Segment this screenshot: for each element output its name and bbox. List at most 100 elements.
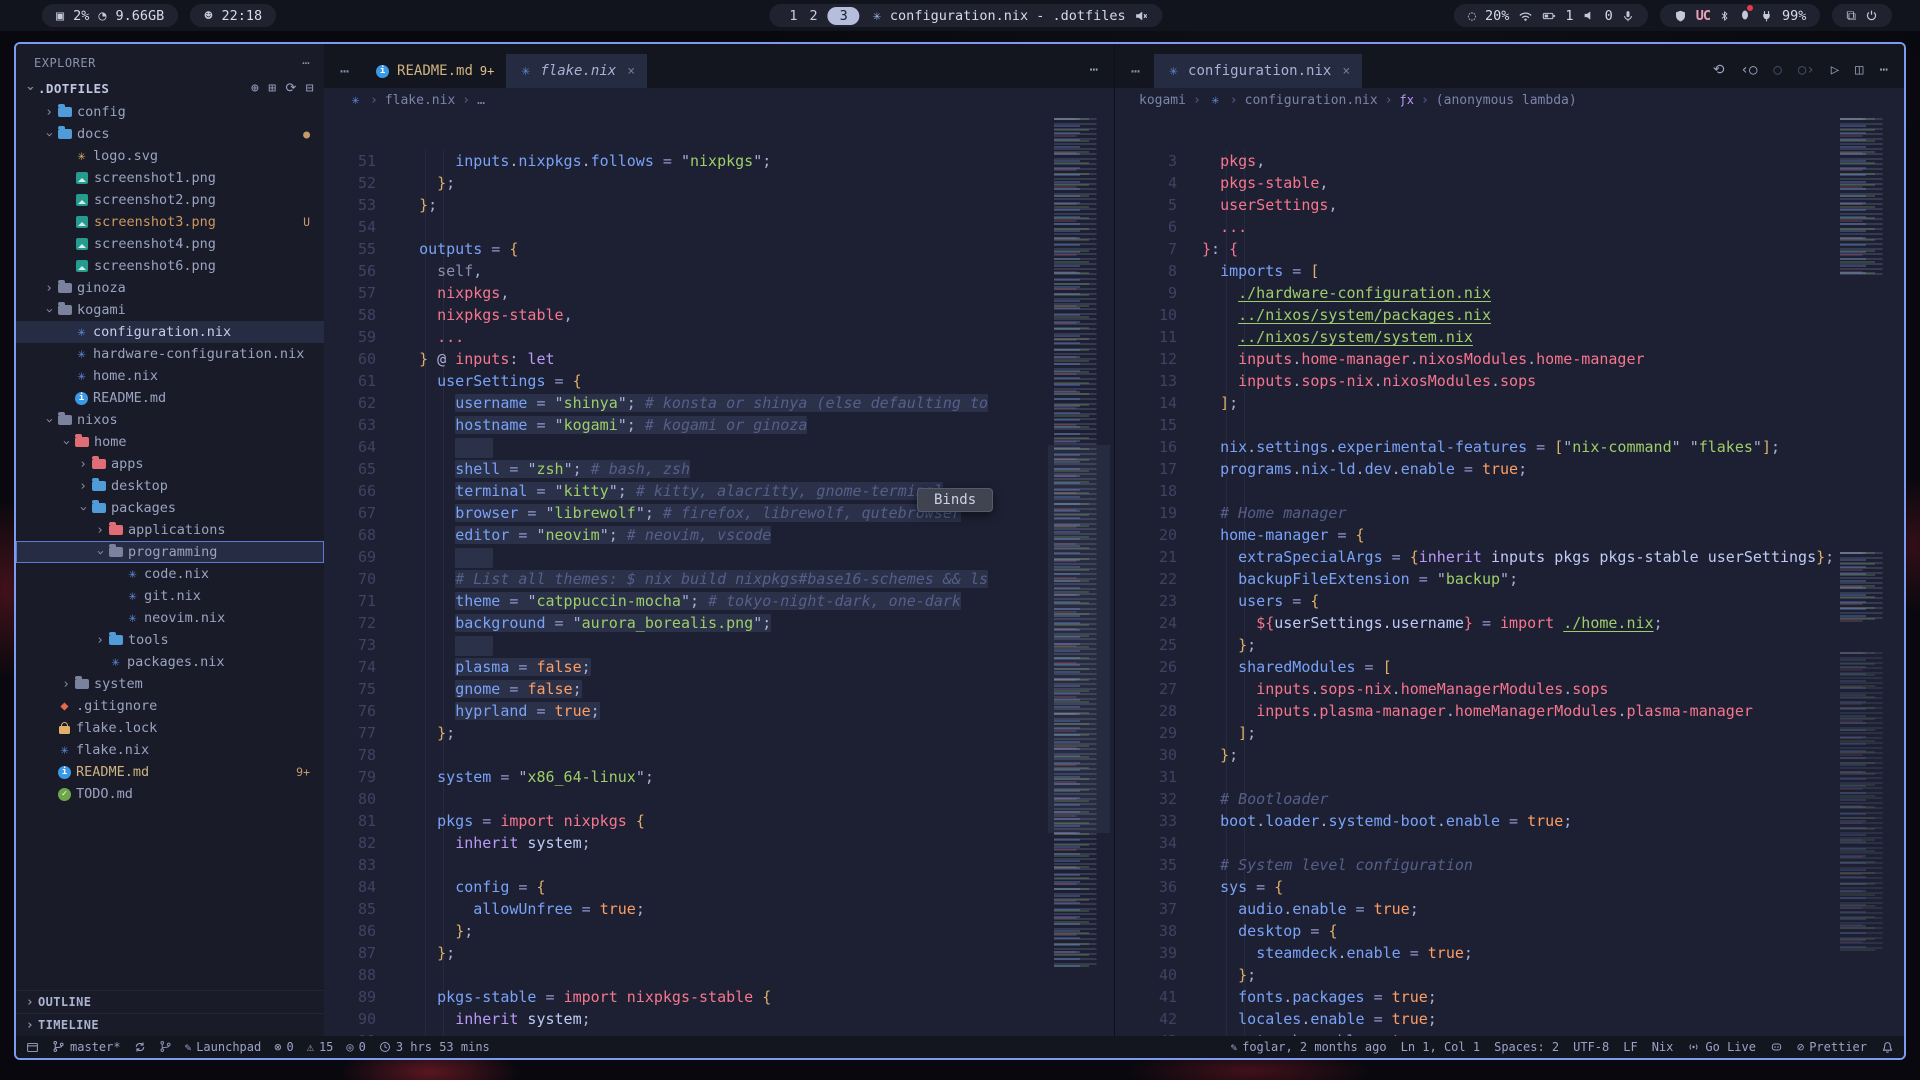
statusbar-item-utf-8[interactable]: UTF-8 [1573, 1040, 1609, 1054]
code-line-61[interactable]: 61 userSettings = { [324, 370, 1114, 392]
tray-pill[interactable]: UC 99% [1660, 4, 1821, 27]
nav-forward-icon[interactable]: ○› [1798, 62, 1815, 78]
code-line-90[interactable]: 90 inherit system; [324, 1008, 1114, 1030]
more-actions-icon[interactable]: ⋯ [1090, 62, 1098, 78]
tab-overflow-icon[interactable]: ⋯ [324, 62, 363, 88]
code-line-84[interactable]: 84 config = { [324, 876, 1114, 898]
code-line-26[interactable]: 26 sharedModules = [ [1115, 656, 1904, 678]
statusbar-item-spaces-2[interactable]: Spaces: 2 [1494, 1040, 1559, 1054]
code-line-20[interactable]: 20 home-manager = { [1115, 524, 1904, 546]
tree-item-screenshot6.png[interactable]: screenshot6.png [16, 255, 324, 277]
close-icon[interactable]: × [627, 64, 635, 79]
tree-item-nixos[interactable]: ›nixos [16, 409, 324, 431]
tree-item-flake.lock[interactable]: flake.lock [16, 717, 324, 739]
breadcrumb-item[interactable]: … [477, 93, 485, 108]
code-line-65[interactable]: 65 shell = "zsh"; # bash, zsh [324, 458, 1114, 480]
code-editor[interactable]: 51 inputs.nixpkgs.follows = "nixpkgs";52… [324, 112, 1114, 1036]
code-line-7[interactable]: 7}: { [1115, 238, 1904, 260]
code-line-80[interactable]: 80 [324, 788, 1114, 810]
code-line-72[interactable]: 72 background = "aurora_borealis.png"; [324, 612, 1114, 634]
code-line-68[interactable]: 68 editor = "neovim"; # neovim, vscode [324, 524, 1114, 546]
code-line-51[interactable]: 51 inputs.nixpkgs.follows = "nixpkgs"; [324, 150, 1114, 172]
tree-item-screenshot1.png[interactable]: screenshot1.png [16, 167, 324, 189]
code-line-38[interactable]: 38 desktop = { [1115, 920, 1904, 942]
workspace-2[interactable]: 2 [804, 8, 824, 24]
code-line-83[interactable]: 83 [324, 854, 1114, 876]
code-line-5[interactable]: 5 userSettings, [1115, 194, 1904, 216]
tree-item-.gitignore[interactable]: ◆.gitignore [16, 695, 324, 717]
code-line-10[interactable]: 10 ../nixos/system/packages.nix [1115, 304, 1904, 326]
code-line-12[interactable]: 12 inputs.home-manager.nixosModules.home… [1115, 348, 1904, 370]
tab-flake.nix[interactable]: ✳flake.nix× [506, 54, 647, 88]
workspace-1[interactable]: 1 [783, 8, 803, 24]
tree-item-git.nix[interactable]: ✳git.nix [16, 585, 324, 607]
workspace-section-header[interactable]: › .DOTFILES ⊕⊞⟳⊟ [16, 76, 324, 101]
code-line-24[interactable]: 24 ${userSettings.username} = import ./h… [1115, 612, 1904, 634]
code-line-33[interactable]: 33 boot.loader.systemd-boot.enable = tru… [1115, 810, 1904, 832]
code-line-31[interactable]: 31 [1115, 766, 1904, 788]
code-line-79[interactable]: 79 system = "x86_64-linux"; [324, 766, 1114, 788]
code-line-35[interactable]: 35 # System level configuration [1115, 854, 1904, 876]
code-line-67[interactable]: 67 browser = "librewolf"; # firefox, lib… [324, 502, 1114, 524]
code-line-86[interactable]: 86 }; [324, 920, 1114, 942]
code-line-9[interactable]: 9 ./hardware-configuration.nix [1115, 282, 1904, 304]
code-line-16[interactable]: 16 nix.settings.experimental-features = … [1115, 436, 1904, 458]
code-line-27[interactable]: 27 inputs.sops-nix.homeManagerModules.so… [1115, 678, 1904, 700]
code-line-8[interactable]: 8 imports = [ [1115, 260, 1904, 282]
tree-item-home.nix[interactable]: ✳home.nix [16, 365, 324, 387]
code-line-21[interactable]: 21 extraSpecialArgs = {inherit inputs pk… [1115, 546, 1904, 568]
code-editor[interactable]: 3 pkgs,4 pkgs-stable,5 userSettings,6 ..… [1115, 112, 1904, 1036]
code-line-81[interactable]: 81 pkgs = import nixpkgs { [324, 810, 1114, 832]
new-folder-icon[interactable]: ⊞ [268, 81, 276, 96]
statusbar-item-copilot-icon[interactable] [1770, 1041, 1783, 1053]
tree-item-screenshot3.png[interactable]: screenshot3.pngU [16, 211, 324, 233]
tree-item-system[interactable]: ›system [16, 673, 324, 695]
code-line-70[interactable]: 70 # List all themes: $ nix build nixpkg… [324, 568, 1114, 590]
tree-item-tools[interactable]: ›tools [16, 629, 324, 651]
statusbar-item-0[interactable]: ◎0 [346, 1040, 365, 1054]
code-line-53[interactable]: 53 }; [324, 194, 1114, 216]
code-line-52[interactable]: 52 }; [324, 172, 1114, 194]
tree-item-packages[interactable]: ›packages [16, 497, 324, 519]
tree-item-configuration.nix[interactable]: ✳configuration.nix [16, 321, 324, 343]
code-line-13[interactable]: 13 inputs.sops-nix.nixosModules.sops [1115, 370, 1904, 392]
statusbar-item-15[interactable]: ⚠15 [307, 1040, 334, 1054]
code-line-69[interactable]: 69 [324, 546, 1114, 568]
code-line-17[interactable]: 17 programs.nix-ld.dev.enable = true; [1115, 458, 1904, 480]
tree-item-packages.nix[interactable]: ✳packages.nix [16, 651, 324, 673]
tree-item-flake.nix[interactable]: ✳flake.nix [16, 739, 324, 761]
code-line-23[interactable]: 23 users = { [1115, 590, 1904, 612]
code-line-88[interactable]: 88 [324, 964, 1114, 986]
tree-item-apps[interactable]: ›apps [16, 453, 324, 475]
nav-back-icon[interactable]: ‹○ [1741, 62, 1758, 78]
code-line-77[interactable]: 77 }; [324, 722, 1114, 744]
tree-item-screenshot4.png[interactable]: screenshot4.png [16, 233, 324, 255]
code-line-19[interactable]: 19 # Home manager [1115, 502, 1904, 524]
explorer-more-icon[interactable]: ⋯ [302, 56, 310, 70]
statusbar-item-0[interactable]: ⊗0 [274, 1040, 293, 1054]
statusbar-item-nix[interactable]: Nix [1652, 1040, 1674, 1054]
code-line-36[interactable]: 36 sys = { [1115, 876, 1904, 898]
code-line-32[interactable]: 32 # Bootloader [1115, 788, 1904, 810]
more-actions-icon[interactable]: ⋯ [1880, 62, 1888, 78]
tree-item-readme.md[interactable]: iREADME.md9+ [16, 761, 324, 783]
tab-overflow-icon[interactable]: ⋯ [1115, 62, 1154, 88]
code-line-29[interactable]: 29 ]; [1115, 722, 1904, 744]
device-status-pill[interactable]: ◌ 20% 1 0 [1454, 4, 1648, 27]
code-line-59[interactable]: 59 ... [324, 326, 1114, 348]
collapse-all-icon[interactable]: ⊟ [306, 81, 314, 96]
nav-circle-icon[interactable]: ○ [1773, 62, 1781, 78]
tree-item-kogami[interactable]: ›kogami [16, 299, 324, 321]
system-stats-pill[interactable]: ▣ 2% ◔ 9.66GB [42, 4, 178, 27]
code-line-22[interactable]: 22 backupFileExtension = "backup"; [1115, 568, 1904, 590]
code-line-18[interactable]: 18 [1115, 480, 1904, 502]
code-line-87[interactable]: 87 }; [324, 942, 1114, 964]
tree-item-programming[interactable]: ›programming [16, 541, 324, 563]
statusbar-item-3-hrs-53-mins[interactable]: 3 hrs 53 mins [379, 1040, 490, 1054]
tree-item-ginoza[interactable]: ›ginoza [16, 277, 324, 299]
code-line-60[interactable]: 60 } @ inputs: let [324, 348, 1114, 370]
code-line-15[interactable]: 15 [1115, 414, 1904, 436]
timeline-section-header[interactable]: › TIMELINE [16, 1013, 324, 1036]
code-line-76[interactable]: 76 hyprland = true; [324, 700, 1114, 722]
statusbar-item-go-live[interactable]: Go Live [1687, 1040, 1756, 1054]
